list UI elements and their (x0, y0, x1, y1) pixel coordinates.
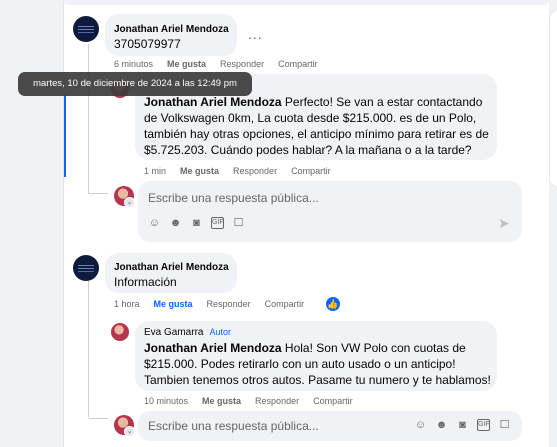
reply-button[interactable]: Responder (233, 166, 277, 176)
reply-time[interactable]: 10 minutos (144, 396, 188, 406)
thread-line (88, 281, 89, 417)
reply-actions: 1 min Me gusta Responder Compartir (144, 166, 345, 176)
comment-bubble: Jonathan Ariel Mendoza 3705079977 (105, 14, 237, 56)
top-edge (63, 0, 549, 5)
avatar-sticker-icon[interactable]: ☺ (148, 217, 161, 230)
gif-icon[interactable]: GIF (211, 217, 224, 229)
gif-icon[interactable]: GIF (477, 419, 490, 431)
share-button[interactable]: Compartir (278, 59, 318, 69)
avatar[interactable] (73, 16, 99, 42)
avatar[interactable] (73, 255, 99, 281)
share-button[interactable]: Compartir (291, 166, 331, 176)
share-button[interactable]: Compartir (313, 396, 353, 406)
chevron-down-icon[interactable]: ⌄ (124, 197, 135, 208)
reply-button[interactable]: Responder (220, 59, 264, 69)
comment-time[interactable]: 1 hora (114, 299, 140, 309)
reply-composer[interactable]: Escribe una respuesta pública... ☺ ☻ ◙ G… (138, 411, 522, 441)
comment-actions: 6 minutos Me gusta Responder Compartir (114, 59, 332, 69)
chevron-down-icon[interactable]: ⌄ (124, 426, 135, 437)
more-options-icon[interactable]: ... (248, 26, 263, 42)
reply-bubble: Eva Gamarra Autor Jonathan Ariel Mendoza … (135, 321, 497, 391)
reply-composer[interactable]: Escribe una respuesta pública... ☺ ☻ ◙ G… (138, 181, 522, 242)
thread-line-highlight (64, 95, 66, 177)
timestamp-tooltip: martes, 10 de diciembre de 2024 a las 12… (18, 72, 252, 96)
reply-actions: 10 minutos Me gusta Responder Compartir (144, 396, 367, 406)
share-button[interactable]: Compartir (265, 299, 305, 309)
reply-text: Jonathan Ariel Mendoza Perfecto! Se van … (144, 94, 494, 158)
comment-time[interactable]: 6 minutos (114, 59, 153, 69)
like-button[interactable]: Me gusta (202, 396, 241, 406)
comment-text: Información (114, 275, 177, 289)
mention-link[interactable]: Jonathan Ariel Mendoza (144, 341, 282, 355)
thread-branch (88, 418, 108, 419)
author-badge: Autor (209, 327, 231, 337)
right-sidebar-strip (549, 0, 557, 447)
comment-bubble: Jonathan Ariel Mendoza Información (105, 253, 237, 293)
avatar[interactable] (111, 323, 129, 341)
comment-actions: 1 hora Me gusta Responder Compartir (114, 299, 318, 309)
like-button[interactable]: Me gusta (154, 299, 193, 309)
avatar-sticker-icon[interactable]: ☺ (414, 419, 427, 432)
sticker-icon[interactable]: ☐ (498, 419, 511, 432)
emoji-icon[interactable]: ☻ (169, 217, 182, 230)
comment-author[interactable]: Jonathan Ariel Mendoza (114, 24, 229, 35)
comment-author[interactable]: Jonathan Ariel Mendoza (114, 262, 229, 273)
emoji-icon[interactable]: ☻ (435, 419, 448, 432)
reply-author[interactable]: Eva Gamarra (144, 327, 203, 338)
send-icon[interactable]: ➤ (498, 215, 510, 232)
reply-time[interactable]: 1 min (144, 166, 166, 176)
thread-line (88, 44, 89, 194)
mention-link[interactable]: Jonathan Ariel Mendoza (144, 95, 282, 109)
reply-author-line: Eva Gamarra Autor (144, 327, 231, 338)
like-reaction-icon[interactable]: 👍 (326, 297, 340, 311)
camera-icon[interactable]: ◙ (456, 419, 469, 432)
comment-text: 3705079977 (114, 37, 181, 51)
like-button[interactable]: Me gusta (180, 166, 219, 176)
sticker-icon[interactable]: ☐ (232, 217, 245, 230)
reply-input[interactable]: Escribe una respuesta pública... (148, 419, 319, 433)
thread-branch (88, 193, 108, 194)
reply-text: Jonathan Ariel Mendoza Hola! Son VW Polo… (144, 340, 494, 388)
reply-input[interactable]: Escribe una respuesta pública... (148, 191, 319, 205)
right-card (549, 10, 557, 187)
reply-button[interactable]: Responder (255, 396, 299, 406)
like-button[interactable]: Me gusta (167, 59, 206, 69)
camera-icon[interactable]: ◙ (190, 217, 203, 230)
reply-button[interactable]: Responder (207, 299, 251, 309)
